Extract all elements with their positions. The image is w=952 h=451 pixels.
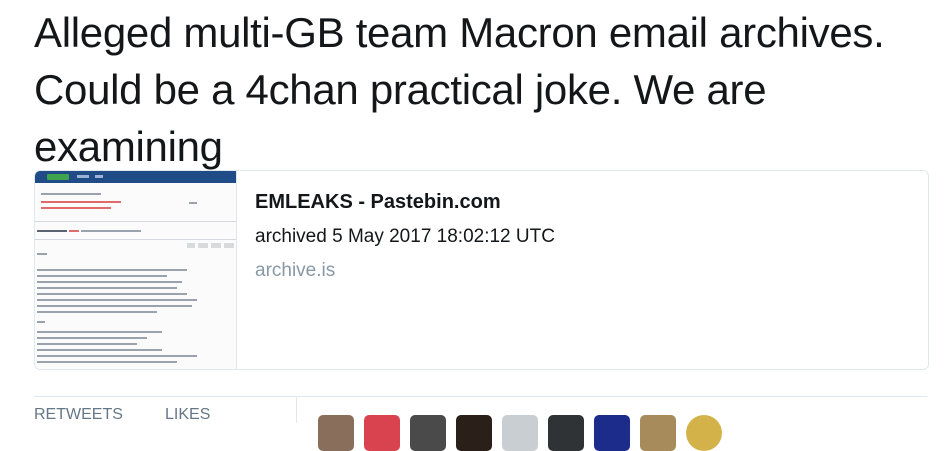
link-card[interactable]: EMLEAKS - Pastebin.com archived 5 May 20…: [34, 170, 929, 370]
liker-avatar[interactable]: [686, 415, 722, 451]
thumbnail-line: [37, 293, 187, 295]
liker-avatar[interactable]: [364, 415, 400, 451]
thumbnail-line: [37, 337, 147, 339]
liker-avatar[interactable]: [456, 415, 492, 451]
thumbnail-line: [37, 361, 177, 363]
card-info: EMLEAKS - Pastebin.com archived 5 May 20…: [255, 189, 555, 283]
liker-avatar[interactable]: [502, 415, 538, 451]
thumbnail-grey-button: [211, 243, 221, 248]
thumbnail-line: [189, 202, 197, 204]
liker-avatar[interactable]: [410, 415, 446, 451]
thumbnail-line: [37, 281, 182, 283]
thumbnail-line: [37, 349, 162, 351]
liker-avatar[interactable]: [594, 415, 630, 451]
thumbnail-line: [37, 253, 47, 255]
card-domain: archive.is: [255, 260, 336, 281]
thumbnail-toolbar-text: [95, 175, 103, 178]
thumbnail-line: [37, 230, 67, 232]
thumbnail-line: [81, 230, 141, 232]
thumbnail-line: [69, 230, 79, 232]
thumbnail-line: [37, 311, 157, 313]
card-thumbnail: [35, 171, 237, 369]
thumbnail-grey-button: [198, 243, 208, 248]
stats-separator: [296, 397, 297, 423]
thumbnail-line: [41, 193, 101, 195]
thumbnail-line: [37, 269, 187, 271]
thumbnail-line: [37, 299, 197, 301]
retweets-label[interactable]: RETWEETS: [34, 406, 123, 424]
thumbnail-line: [37, 343, 137, 345]
thumbnail-line: [41, 207, 111, 209]
thumbnail-line: [37, 287, 177, 289]
tweet-text: Alleged multi-GB team Macron email archi…: [34, 9, 885, 170]
liker-avatar[interactable]: [640, 415, 676, 451]
thumbnail-line: [37, 355, 197, 357]
thumbnail-grey-button: [224, 243, 234, 248]
thumbnail-line: [37, 305, 192, 307]
thumbnail-line: [37, 331, 162, 333]
thumbnail-button: [47, 174, 69, 180]
thumbnail-rule: [35, 239, 236, 240]
thumbnail-line: [37, 275, 167, 277]
card-description: archived 5 May 2017 18:02:12 UTC: [255, 226, 555, 247]
thumbnail-rule: [35, 221, 236, 222]
stats-divider: [34, 396, 927, 397]
likes-label[interactable]: LIKES: [165, 406, 210, 424]
thumbnail-toolbar-text: [77, 175, 89, 178]
thumbnail-grey-button: [187, 243, 195, 248]
liker-avatar[interactable]: [318, 415, 354, 451]
thumbnail-line: [37, 321, 45, 323]
liker-avatar[interactable]: [548, 415, 584, 451]
thumbnail-line: [41, 201, 121, 203]
card-title[interactable]: EMLEAKS - Pastebin.com: [255, 189, 555, 215]
thumbnail-toolbar: [35, 171, 236, 183]
